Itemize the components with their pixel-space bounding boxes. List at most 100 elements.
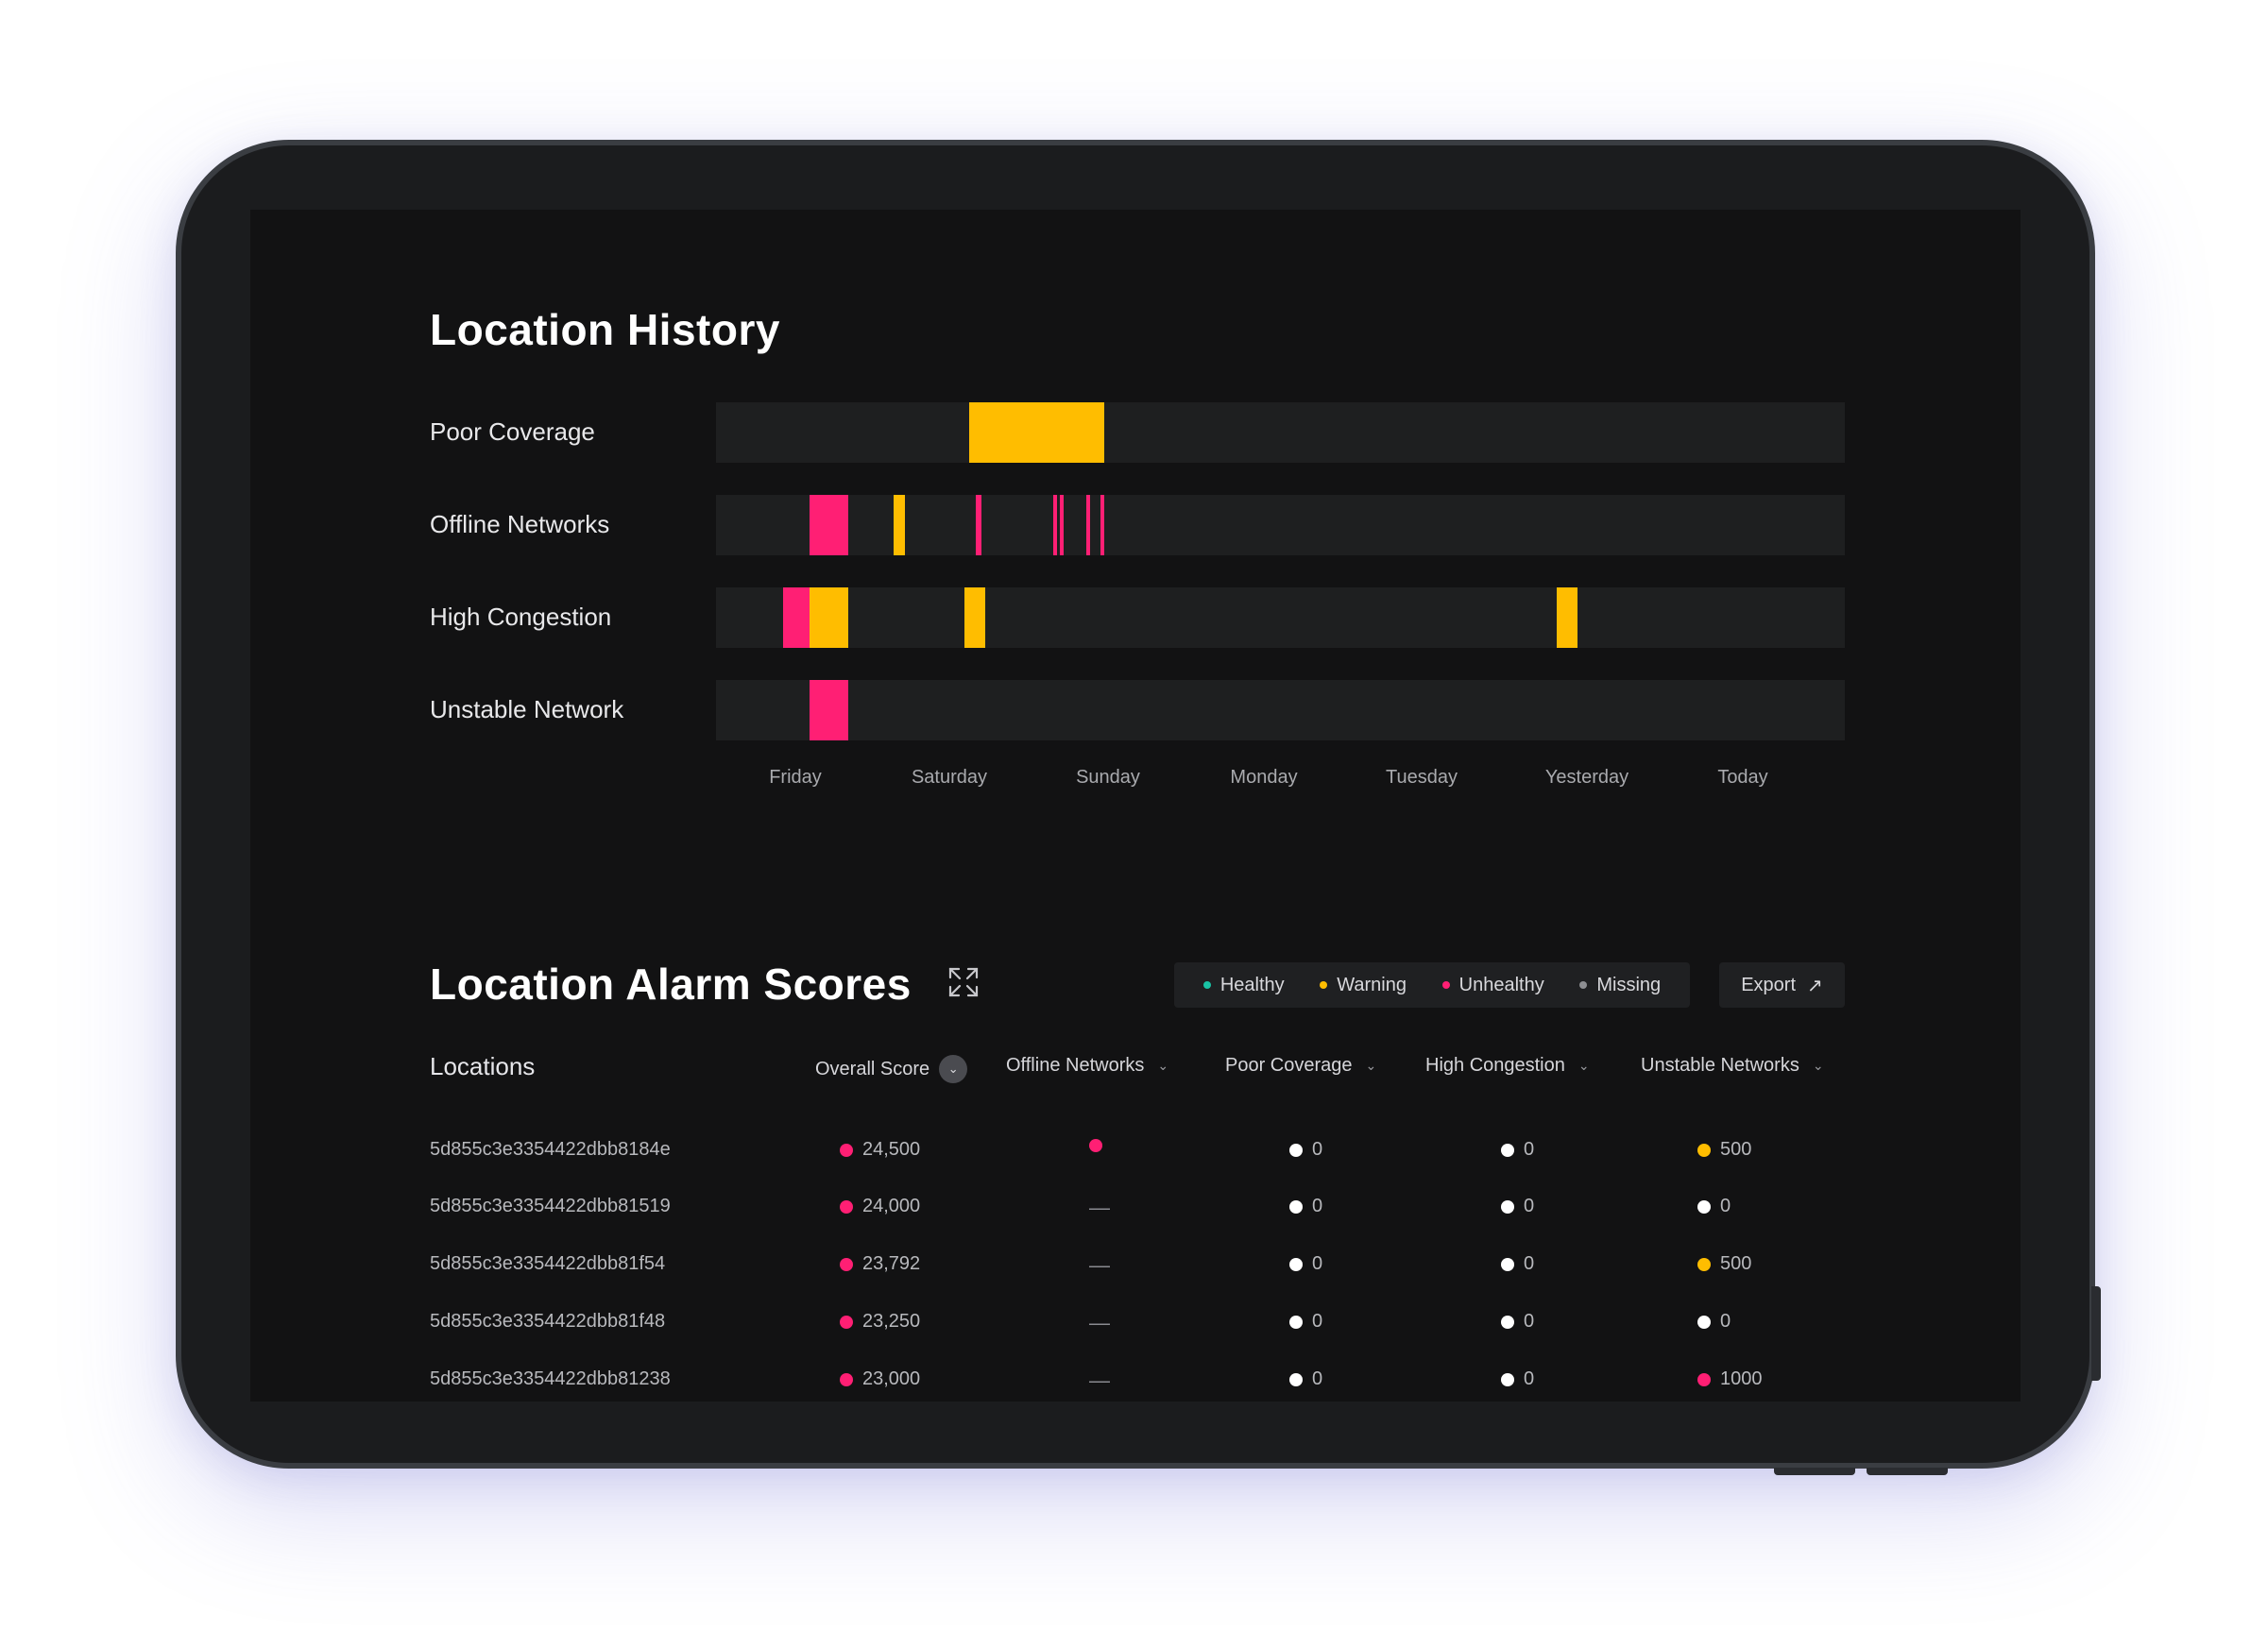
day-label-yesterday: Yesterday <box>1544 767 1629 788</box>
poor-coverage-value: 0 <box>1312 1311 1323 1332</box>
column-header-high-congestion[interactable]: High Congestion ⌄ <box>1425 1055 1590 1077</box>
unstable-networks-value: 500 <box>1720 1139 1752 1160</box>
history-segment-unhealthy[interactable] <box>1100 495 1104 555</box>
column-header-label: Unstable Networks <box>1641 1055 1799 1076</box>
history-segment-warning[interactable] <box>964 587 985 648</box>
legend-label-warning: Warning <box>1337 974 1407 995</box>
history-segment-unhealthy[interactable] <box>976 495 981 555</box>
location-id[interactable]: 5d855c3e3354422dbb81f48 <box>430 1311 665 1333</box>
table-row[interactable]: 5d855c3e3354422dbb81519 24,000 — 0 0 0 <box>250 1190 2021 1228</box>
legend-missing: Missing <box>1579 975 1661 996</box>
column-header-offline-networks[interactable]: Offline Networks ⌄ <box>1006 1055 1168 1077</box>
column-header-label: High Congestion <box>1425 1055 1565 1076</box>
tablet-side-button <box>2091 1286 2101 1381</box>
legend-label-missing: Missing <box>1596 974 1662 995</box>
history-segment-warning[interactable] <box>810 587 848 648</box>
location-id[interactable]: 5d855c3e3354422dbb81238 <box>430 1368 671 1390</box>
history-segment-unhealthy[interactable] <box>1060 495 1064 555</box>
sort-descending-icon[interactable]: ⌄ <box>939 1055 968 1083</box>
column-header-overall-score[interactable]: Overall Score ⌄ <box>815 1055 968 1083</box>
offline-networks-cell: — <box>1089 1311 1110 1335</box>
expand-icon[interactable] <box>947 966 980 998</box>
offline-networks-cell: — <box>1089 1196 1110 1220</box>
status-dot <box>840 1257 853 1271</box>
status-dot <box>1501 1143 1514 1157</box>
history-segment-unhealthy[interactable] <box>810 680 848 740</box>
overall-score-value: 24,500 <box>862 1139 921 1160</box>
high-congestion-cell: 0 <box>1501 1253 1534 1275</box>
history-track-poor-coverage[interactable] <box>716 402 1845 463</box>
high-congestion-value: 0 <box>1524 1253 1535 1274</box>
legend-label-unhealthy: Unhealthy <box>1458 974 1544 995</box>
chevron-down-icon: ⌄ <box>1157 1058 1169 1073</box>
history-track-unstable-network[interactable] <box>716 680 1845 740</box>
high-congestion-cell: 0 <box>1501 1196 1534 1217</box>
history-segment-warning[interactable] <box>894 495 905 555</box>
offline-networks-cell <box>1089 1139 1112 1152</box>
column-header-label: Poor Coverage <box>1225 1055 1353 1076</box>
screen: Location History Poor Coverage Offline N… <box>250 210 2021 1402</box>
status-dot <box>1697 1143 1711 1157</box>
history-segment-unhealthy[interactable] <box>1053 495 1057 555</box>
status-dot <box>840 1372 853 1386</box>
poor-coverage-cell: 0 <box>1289 1368 1322 1390</box>
location-id[interactable]: 5d855c3e3354422dbb8184e <box>430 1139 671 1161</box>
status-dot <box>840 1315 853 1329</box>
overall-score-value: 23,000 <box>862 1368 921 1389</box>
poor-coverage-cell: 0 <box>1289 1139 1322 1161</box>
column-header-locations[interactable]: Locations <box>430 1052 535 1081</box>
location-id[interactable]: 5d855c3e3354422dbb81519 <box>430 1196 671 1217</box>
high-congestion-cell: 0 <box>1501 1311 1534 1333</box>
offline-networks-value: — <box>1089 1311 1110 1334</box>
column-header-unstable-networks[interactable]: Unstable Networks ⌄ <box>1641 1055 1824 1077</box>
history-segment-warning[interactable] <box>969 402 1104 463</box>
legend-dot-unhealthy <box>1441 981 1450 989</box>
history-track-offline-networks[interactable] <box>716 495 1845 555</box>
day-label-monday: Monday <box>1230 767 1298 788</box>
chevron-down-icon: ⌄ <box>1365 1058 1377 1073</box>
unstable-networks-cell: 500 <box>1697 1253 1751 1275</box>
poor-coverage-value: 0 <box>1312 1253 1323 1274</box>
table-row[interactable]: 5d855c3e3354422dbb81238 23,000 — 0 0 100… <box>250 1363 2021 1401</box>
day-label-saturday: Saturday <box>911 767 988 788</box>
history-segment-unhealthy[interactable] <box>783 587 810 648</box>
offline-networks-value: — <box>1089 1368 1110 1392</box>
status-dot <box>1697 1257 1711 1271</box>
status-dot <box>1289 1315 1303 1329</box>
status-dot <box>1289 1372 1303 1386</box>
history-segment-warning[interactable] <box>1557 587 1577 648</box>
day-label-sunday: Sunday <box>1076 767 1140 788</box>
poor-coverage-value: 0 <box>1312 1139 1323 1160</box>
export-button[interactable]: Export ↗ <box>1719 962 1845 1008</box>
unstable-networks-value: 0 <box>1720 1196 1731 1216</box>
chevron-down-icon: ⌄ <box>1577 1058 1590 1073</box>
alarms-title: Location Alarm Scores <box>430 960 912 1009</box>
column-header-label: Overall Score <box>815 1058 930 1079</box>
high-congestion-cell: 0 <box>1501 1139 1534 1161</box>
unstable-networks-cell: 0 <box>1697 1196 1731 1217</box>
legend-warning: Warning <box>1320 975 1407 996</box>
legend-label-healthy: Healthy <box>1219 974 1285 995</box>
poor-coverage-value: 0 <box>1312 1196 1323 1216</box>
table-row[interactable]: 5d855c3e3354422dbb81f48 23,250 — 0 0 0 <box>250 1305 2021 1343</box>
overall-score-value: 24,000 <box>862 1196 921 1216</box>
history-track-high-congestion[interactable] <box>716 587 1845 648</box>
history-segment-unhealthy[interactable] <box>810 495 848 555</box>
history-label-unstable-network: Unstable Network <box>430 695 624 723</box>
unstable-networks-value: 0 <box>1720 1311 1731 1332</box>
high-congestion-value: 0 <box>1524 1368 1535 1389</box>
history-segment-unhealthy[interactable] <box>1086 495 1090 555</box>
status-dot <box>1501 1372 1514 1386</box>
arrow-up-right-icon: ↗ <box>1807 975 1823 996</box>
unstable-networks-cell: 1000 <box>1697 1368 1763 1390</box>
column-header-poor-coverage[interactable]: Poor Coverage ⌄ <box>1225 1055 1376 1077</box>
unstable-networks-cell: 0 <box>1697 1311 1731 1333</box>
poor-coverage-cell: 0 <box>1289 1196 1322 1217</box>
table-row[interactable]: 5d855c3e3354422dbb8184e 24,500 0 0 500 <box>250 1133 2021 1171</box>
overall-score-value: 23,792 <box>862 1253 921 1274</box>
status-dot <box>1289 1143 1303 1157</box>
location-id[interactable]: 5d855c3e3354422dbb81f54 <box>430 1253 665 1275</box>
table-row[interactable]: 5d855c3e3354422dbb81f54 23,792 — 0 0 500 <box>250 1248 2021 1285</box>
status-dot <box>1089 1139 1102 1152</box>
column-header-label: Offline Networks <box>1006 1055 1145 1076</box>
